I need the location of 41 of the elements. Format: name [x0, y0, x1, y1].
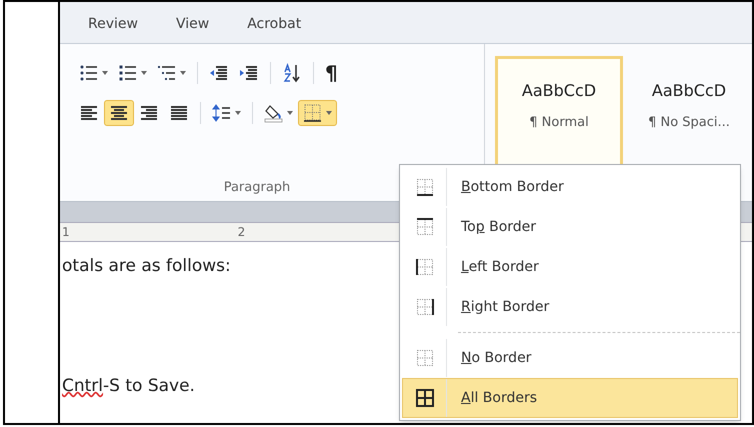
caret-icon: [180, 71, 186, 75]
ribbon-tab[interactable]: Review: [88, 14, 138, 35]
indent-icon: [239, 63, 259, 83]
ribbon-tab[interactable]: Acrobat: [247, 14, 302, 35]
menu-item[interactable]: Left Border: [402, 247, 738, 287]
shading-icon: [264, 103, 284, 123]
align-right-icon: [139, 103, 159, 123]
align-center-icon: [109, 103, 129, 123]
right-border-icon: [416, 298, 434, 316]
bullets-icon: [79, 63, 99, 83]
menu-item[interactable]: Top Border: [402, 207, 738, 247]
ribbon-tab[interactable]: View: [176, 14, 210, 35]
align-center-button[interactable]: [104, 100, 134, 126]
numbering-icon: [118, 63, 138, 83]
bottom-border-icon: [416, 178, 434, 196]
caret-icon: [235, 111, 241, 115]
caret-icon: [102, 71, 108, 75]
multilevel-icon: [157, 63, 177, 83]
outdent-icon: [209, 63, 229, 83]
all-border-icon: [416, 389, 434, 407]
document-text: otals are as follows:: [62, 255, 231, 278]
align-left-icon: [79, 103, 99, 123]
left-border-icon: [416, 258, 434, 276]
show-marks-button[interactable]: ¶: [320, 60, 343, 86]
line-spacing-icon: [212, 103, 232, 123]
group-label: Paragraph: [224, 178, 290, 196]
caret-icon: [141, 71, 147, 75]
caret-icon: [287, 111, 293, 115]
menu-item[interactable]: Right Border: [402, 287, 738, 327]
menu-item[interactable]: All Borders: [402, 378, 738, 418]
ruler-number: 2: [238, 224, 246, 241]
sort-icon: [282, 63, 302, 83]
borders-button[interactable]: [298, 100, 337, 126]
ruler-number: 1: [62, 224, 70, 241]
no-border-icon: [416, 349, 434, 367]
menu-item[interactable]: No Border: [402, 338, 738, 378]
justify-icon: [169, 103, 189, 123]
document-text: Cntrl-S to Save.: [62, 374, 195, 398]
caret-icon: [326, 111, 332, 115]
top-border-icon: [416, 218, 434, 236]
borders-icon: [303, 103, 323, 123]
